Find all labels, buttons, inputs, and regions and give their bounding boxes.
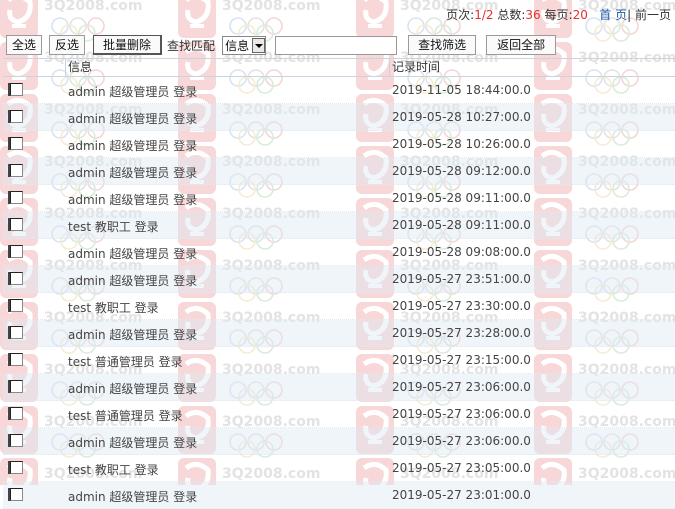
row-checkbox[interactable] — [8, 326, 23, 339]
table-row: test 教职工 登录 2019-05-27 23:05:00.0 — [3, 455, 675, 482]
row-time: 2019-05-27 23:30:00.0 — [392, 299, 531, 313]
table-row: admin 超级管理员 登录 2019-05-27 23:06:00.0 — [3, 374, 675, 401]
row-info: admin 超级管理员 登录 — [68, 85, 198, 99]
table-row: test 普通管理员 登录 2019-05-27 23:15:00.0 — [3, 347, 675, 374]
per-page-value: 20 — [572, 8, 588, 22]
row-time: 2019-05-28 09:11:00.0 — [392, 218, 531, 232]
row-time: 2019-05-27 23:05:00.0 — [392, 461, 531, 475]
row-checkbox[interactable] — [8, 164, 23, 177]
row-time: 2019-05-27 23:28:00.0 — [392, 326, 531, 340]
row-checkbox[interactable] — [8, 434, 23, 447]
row-checkbox[interactable] — [8, 245, 23, 258]
table-header: 信息 记录时间 — [3, 58, 675, 77]
row-time: 2019-05-28 10:26:00.0 — [392, 137, 531, 151]
row-time: 2019-05-27 23:06:00.0 — [392, 407, 531, 421]
search-input[interactable] — [275, 35, 398, 55]
row-time: 2019-05-27 23:06:00.0 — [392, 434, 531, 448]
table-body: admin 超级管理员 登录 2019-11-05 18:44:00.0 admin… — [3, 77, 675, 509]
row-checkbox[interactable] — [8, 191, 23, 204]
table-row: admin 超级管理员 登录 2019-05-28 10:27:00.0 — [3, 104, 675, 131]
row-info: admin 超级管理员 登录 — [68, 490, 198, 504]
row-checkbox[interactable] — [8, 272, 23, 285]
table-row: admin 超级管理员 登录 2019-05-28 09:11:00.0 — [3, 185, 675, 212]
row-checkbox[interactable] — [8, 83, 23, 96]
row-info: admin 超级管理员 登录 — [68, 247, 198, 261]
return-all-button[interactable]: 返回全部 — [486, 35, 557, 55]
row-time: 2019-05-28 10:27:00.0 — [392, 110, 531, 124]
row-checkbox[interactable] — [8, 461, 23, 474]
total-value: 36 — [525, 8, 541, 22]
batch-delete-button[interactable]: 批量删除 — [93, 35, 163, 55]
row-info: admin 超级管理员 登录 — [68, 112, 198, 126]
prev-page-link[interactable]: 前一页 — [635, 8, 671, 22]
match-label: 查找匹配 — [167, 38, 216, 53]
table-row: test 教职工 登录 2019-05-28 09:11:00.0 — [3, 212, 675, 239]
column-divider — [389, 59, 390, 76]
table-row: admin 超级管理员 登录 2019-05-28 10:26:00.0 — [3, 131, 675, 158]
table-row: admin 超级管理员 登录 2019-05-27 23:51:00.0 — [3, 266, 675, 293]
row-info: test 普通管理员 登录 — [68, 355, 183, 369]
select-all-button[interactable]: 全选 — [6, 35, 43, 55]
row-checkbox[interactable] — [8, 407, 23, 420]
row-info: test 教职工 登录 — [68, 301, 159, 315]
row-time: 2019-05-27 23:01:00.0 — [392, 488, 531, 502]
table-row: admin 超级管理员 登录 2019-05-27 23:28:00.0 — [3, 320, 675, 347]
page-label: 页次: — [446, 8, 475, 22]
first-page-link[interactable]: 首 页 — [599, 8, 627, 22]
table-row: test 普通管理员 登录 2019-05-27 23:06:00.0 — [3, 401, 675, 428]
row-time: 2019-05-28 09:08:00.0 — [392, 245, 531, 259]
row-time: 2019-05-27 23:51:00.0 — [392, 272, 531, 286]
table-row: test 教职工 登录 2019-05-27 23:30:00.0 — [3, 293, 675, 320]
log-table: 信息 记录时间 admin 超级管理员 登录 2019-11-05 18:44:0… — [3, 58, 675, 509]
pagination-bar: 页次:1/2 总数:36 每页:20 首 页| 前一页 — [446, 8, 671, 22]
row-info: admin 超级管理员 登录 — [68, 436, 198, 450]
table-row: admin 超级管理员 登录 2019-11-05 18:44:00.0 — [3, 77, 675, 104]
page-value: 1/2 — [474, 8, 494, 22]
row-info: test 教职工 登录 — [68, 463, 159, 477]
toolbar: 全选 反选 批量删除 查找匹配 信息 查找筛选 返回全部 — [6, 34, 557, 56]
table-row: admin 超级管理员 登录 2019-05-27 23:06:00.0 — [3, 428, 675, 455]
row-time: 2019-05-28 09:12:00.0 — [392, 164, 531, 178]
invert-selection-button[interactable]: 反选 — [49, 35, 86, 55]
row-checkbox[interactable] — [8, 218, 23, 231]
row-info: admin 超级管理员 登录 — [68, 274, 198, 288]
row-info: test 教职工 登录 — [68, 220, 159, 234]
row-info: admin 超级管理员 登录 — [68, 166, 198, 180]
filter-search-button[interactable]: 查找筛选 — [408, 35, 477, 55]
row-checkbox[interactable] — [8, 299, 23, 312]
header-info: 信息 — [68, 60, 93, 74]
total-label: 总数: — [497, 8, 526, 22]
row-info: admin 超级管理员 登录 — [68, 382, 198, 396]
per-page-label: 每页: — [544, 8, 573, 22]
match-field-select[interactable]: 信息 — [222, 35, 267, 55]
row-time: 2019-05-28 09:11:00.0 — [392, 191, 531, 205]
table-row: admin 超级管理员 登录 2019-05-27 23:01:00.0 — [3, 482, 675, 509]
row-checkbox[interactable] — [8, 110, 23, 123]
chevron-down-icon[interactable] — [252, 37, 266, 53]
match-field-value: 信息 — [225, 38, 250, 53]
row-info: admin 超级管理员 登录 — [68, 193, 198, 207]
row-time: 2019-05-27 23:06:00.0 — [392, 380, 531, 394]
row-info: test 普通管理员 登录 — [68, 409, 183, 423]
table-row: admin 超级管理员 登录 2019-05-28 09:08:00.0 — [3, 239, 675, 266]
header-time: 记录时间 — [392, 60, 441, 74]
table-row: admin 超级管理员 登录 2019-05-28 09:12:00.0 — [3, 158, 675, 185]
row-info: admin 超级管理员 登录 — [68, 328, 198, 342]
row-checkbox[interactable] — [8, 137, 23, 150]
row-checkbox[interactable] — [8, 380, 23, 393]
column-divider — [65, 59, 66, 76]
row-info: admin 超级管理员 登录 — [68, 139, 198, 153]
row-checkbox[interactable] — [8, 353, 23, 366]
row-time: 2019-11-05 18:44:00.0 — [392, 83, 531, 97]
row-time: 2019-05-27 23:15:00.0 — [392, 353, 531, 367]
row-checkbox[interactable] — [8, 488, 23, 501]
